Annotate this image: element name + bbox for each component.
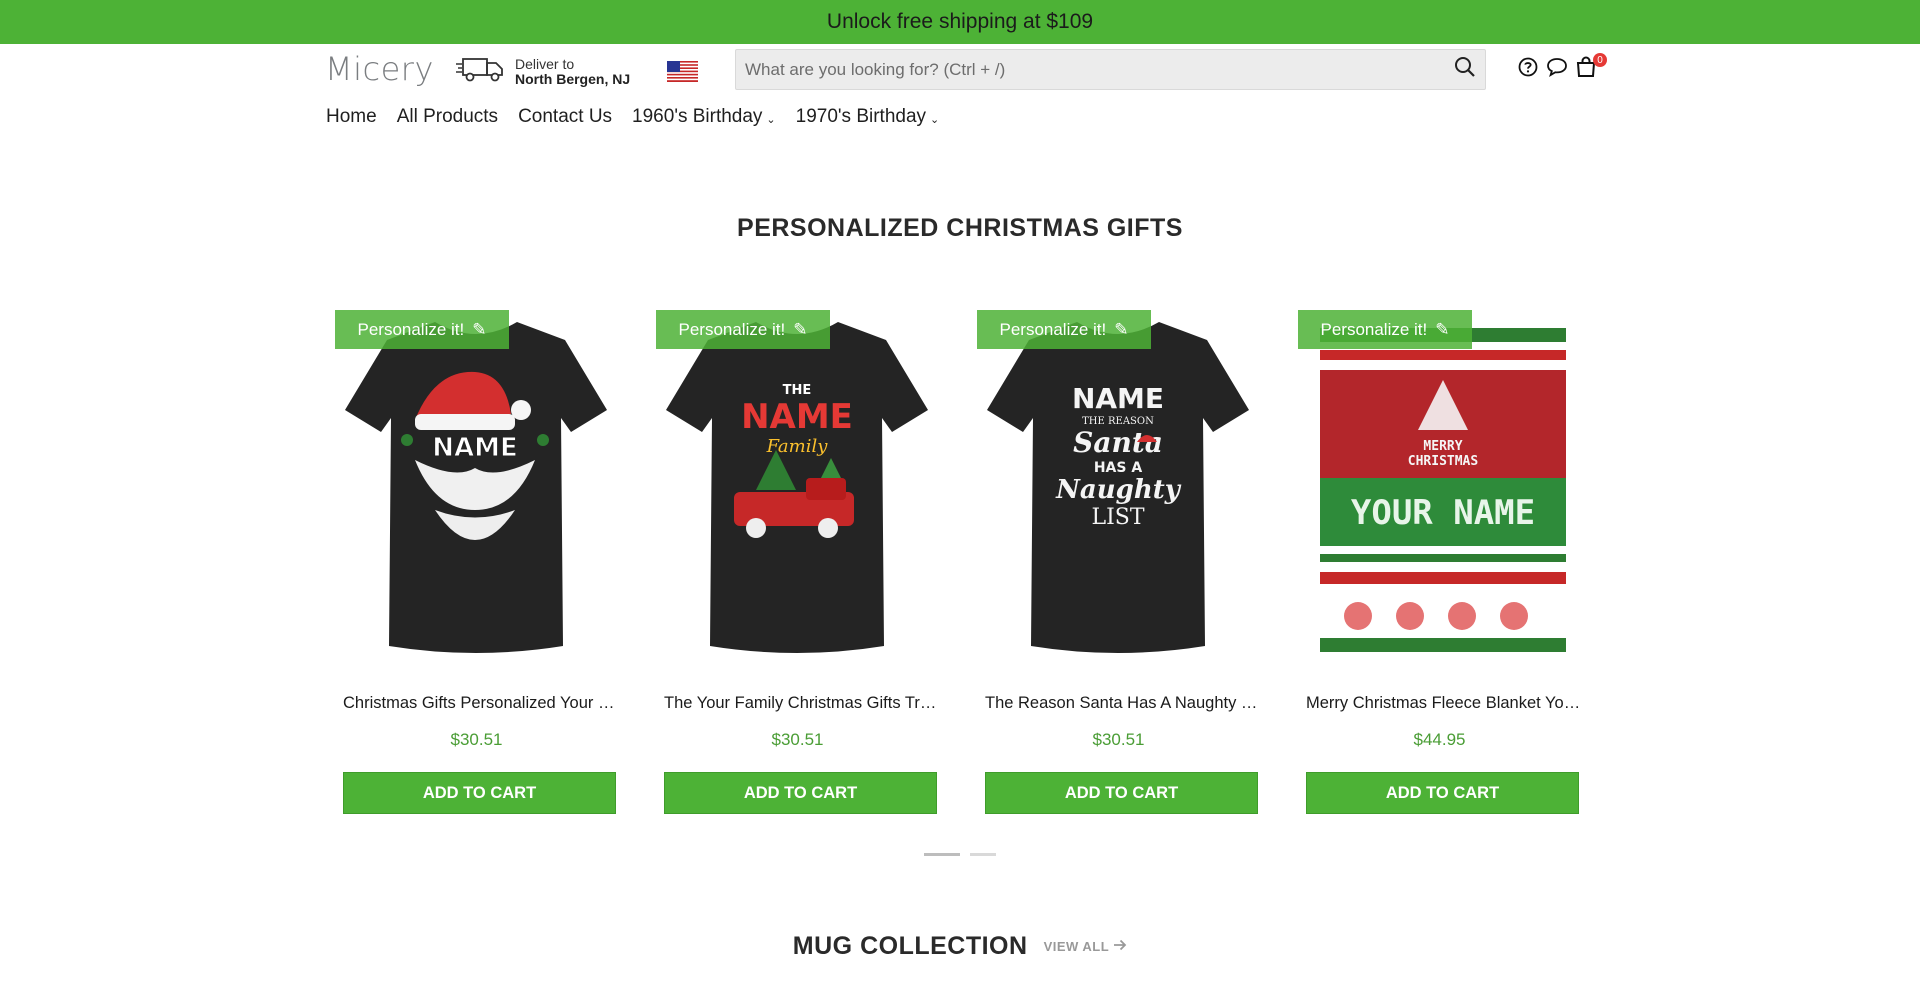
- shirt-art-text: Naughty: [1055, 475, 1182, 505]
- search-input[interactable]: [736, 50, 1445, 89]
- tshirt-naughty-list-image: NAME THE REASON Santa HAS A Naughty LIST: [987, 322, 1249, 653]
- delivery-truck-icon: [455, 54, 507, 89]
- cart-icon[interactable]: 0: [1575, 53, 1607, 78]
- pencil-icon: ✎: [793, 319, 808, 339]
- section-title: PERSONALIZED CHRISTMAS GIFTS: [737, 214, 1183, 242]
- search-icon: [1454, 56, 1476, 83]
- chevron-down-icon: ⌄: [930, 113, 940, 126]
- search-button[interactable]: [1445, 50, 1485, 89]
- nav-item-home[interactable]: Home: [326, 106, 377, 128]
- product-title[interactable]: Christmas Gifts Personalized Your Name S…: [343, 694, 618, 713]
- main-nav: Home All Products Contact Us 1960's Birt…: [326, 106, 939, 128]
- help-icon[interactable]: [1517, 56, 1539, 78]
- blanket-art-text: MERRY: [1423, 439, 1462, 454]
- personalize-badge[interactable]: Personalize it! ✎: [656, 310, 830, 349]
- add-to-cart-button[interactable]: ADD TO CART: [343, 772, 616, 814]
- cart-count-badge: 0: [1593, 53, 1607, 67]
- badge-label: Personalize it!: [678, 319, 786, 339]
- personalize-badge[interactable]: Personalize it! ✎: [977, 310, 1151, 349]
- promo-text: Unlock free shipping at $109: [826, 10, 1094, 33]
- blanket-image: MERRY CHRISTMAS YOUR NAME: [1320, 328, 1566, 652]
- add-to-cart-button[interactable]: ADD TO CART: [985, 772, 1258, 814]
- product-price: $30.51: [450, 730, 503, 749]
- product-title[interactable]: The Reason Santa Has A Naughty List T-Sh…: [985, 694, 1260, 713]
- arrow-right-icon: [1113, 939, 1127, 954]
- chevron-down-icon: ⌄: [766, 113, 776, 126]
- nav-item-contact-us[interactable]: Contact Us: [518, 106, 612, 128]
- badge-label: Personalize it!: [999, 319, 1107, 339]
- product-carousel: Personalize it! ✎ NAME Christmas Gifts Pe…: [335, 310, 1585, 830]
- product-image[interactable]: Personalize it! ✎ NAME: [335, 310, 618, 665]
- shirt-art-text: THE: [783, 383, 812, 398]
- nav-item-all-products[interactable]: All Products: [397, 106, 498, 128]
- us-flag-icon[interactable]: [667, 61, 698, 82]
- product-price: $44.95: [1413, 730, 1466, 749]
- product-image[interactable]: Personalize it! ✎ MERRY CHRISTMAS YOUR NA…: [1298, 310, 1581, 665]
- deliver-location: North Bergen, NJ: [515, 70, 631, 87]
- badge-label: Personalize it!: [357, 319, 465, 339]
- badge-label: Personalize it!: [1320, 319, 1428, 339]
- promo-bar: Unlock free shipping at $109: [0, 0, 1920, 44]
- mug-collection-header: MUG COLLECTION VIEW ALL: [0, 932, 1920, 961]
- add-to-cart-button[interactable]: ADD TO CART: [664, 772, 937, 814]
- shirt-art-text: Santa: [1073, 426, 1163, 459]
- add-to-cart-button[interactable]: ADD TO CART: [1306, 772, 1579, 814]
- nav-label: Contact Us: [518, 106, 613, 127]
- blanket-art-text: YOUR NAME: [1351, 493, 1535, 533]
- carousel-pagination: [924, 853, 996, 856]
- site-header: Micery Deliver to North Bergen, NJ What …: [0, 44, 1920, 92]
- nav-item-1970s-birthday[interactable]: 1970's Birthday ⌄: [796, 106, 940, 128]
- product-image[interactable]: Personalize it! ✎ NAME THE REASON Santa H…: [977, 310, 1260, 665]
- site-logo[interactable]: Micery: [325, 50, 434, 88]
- view-all-label: VIEW ALL: [1043, 939, 1110, 954]
- personalize-badge[interactable]: Personalize it! ✎: [335, 310, 509, 349]
- carousel-dot-1[interactable]: [924, 853, 960, 856]
- carousel-dot-2[interactable]: [970, 853, 996, 856]
- pencil-icon: ✎: [472, 319, 487, 339]
- product-title[interactable]: The Your Family Christmas Gifts Truck T-…: [664, 694, 939, 713]
- nav-label: All Products: [396, 106, 499, 127]
- product-title[interactable]: Merry Christmas Fleece Blanket Your Name: [1306, 694, 1581, 713]
- nav-label: 1970's Birthday: [795, 106, 927, 127]
- deliver-to-selector[interactable]: Deliver to North Bergen, NJ: [455, 54, 630, 89]
- nav-item-1960s-birthday[interactable]: 1960's Birthday ⌄: [632, 106, 776, 128]
- view-all-link[interactable]: VIEW ALL: [1044, 939, 1128, 954]
- shirt-art-text: NAME: [1072, 382, 1164, 415]
- mug-collection-title: MUG COLLECTION: [792, 932, 1028, 960]
- nav-label: 1960's Birthday: [632, 106, 763, 127]
- pencil-icon: ✎: [1435, 319, 1450, 339]
- pencil-icon: ✎: [1114, 319, 1129, 339]
- nav-label: Home: [326, 106, 377, 127]
- deliver-label: Deliver to: [515, 55, 575, 72]
- shirt-art-text: NAME: [432, 433, 518, 463]
- personalize-badge[interactable]: Personalize it! ✎: [1298, 310, 1472, 349]
- search-bar: [735, 49, 1486, 90]
- shirt-art-text: LIST: [1091, 505, 1144, 530]
- chat-icon[interactable]: [1546, 56, 1568, 78]
- shirt-art-text: NAME: [741, 397, 853, 437]
- product-image[interactable]: Personalize it! ✎ THE NAME Family: [656, 310, 939, 665]
- blanket-art-text: CHRISTMAS: [1408, 454, 1479, 469]
- product-price: $30.51: [771, 730, 824, 749]
- shirt-art-text: HAS A: [1094, 460, 1143, 476]
- header-icons: 0: [1517, 53, 1607, 78]
- tshirt-santa-image: NAME: [345, 322, 607, 653]
- product-price: $30.51: [1092, 730, 1145, 749]
- tshirt-family-truck-image: THE NAME Family: [666, 322, 928, 653]
